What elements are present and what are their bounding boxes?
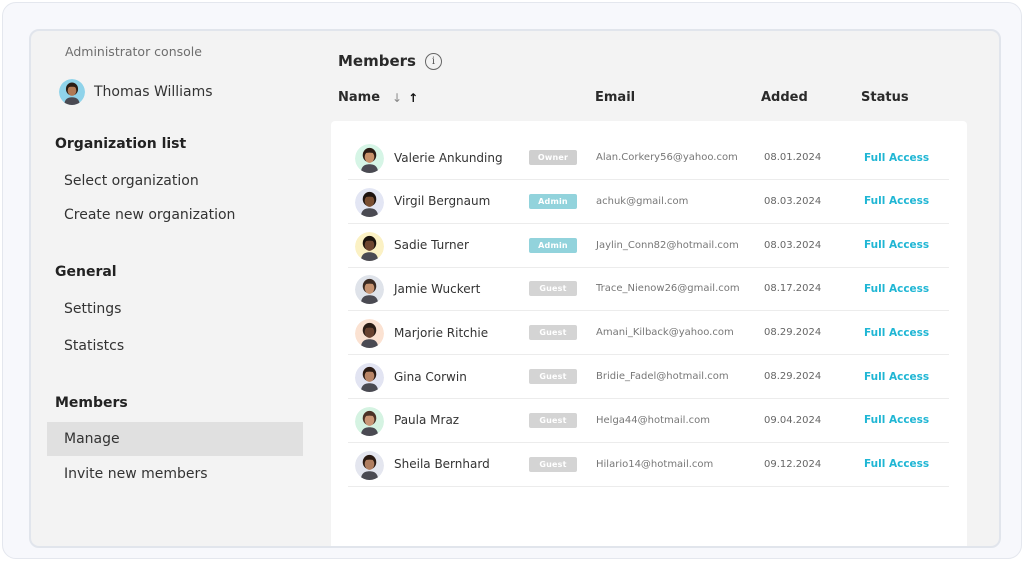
role-cell: Guest bbox=[529, 267, 577, 310]
table-row[interactable]: Virgil Bergnaum Admin achuk@gmail.com 08… bbox=[348, 180, 949, 224]
nav-item-invite-new-members[interactable]: Invite new members bbox=[47, 457, 303, 491]
status-link[interactable]: Full Access bbox=[864, 399, 929, 442]
table-row[interactable]: Sadie Turner Admin Jaylin_Conn82@hotmail… bbox=[348, 224, 949, 268]
member-added-date: 08.03.2024 bbox=[764, 239, 822, 251]
role-cell: Admin bbox=[529, 224, 577, 267]
section-title-members: Members bbox=[55, 395, 128, 411]
avatar bbox=[355, 450, 384, 480]
table-row[interactable]: Jamie Wuckert Guest Trace_Nienow26@gmail… bbox=[348, 267, 949, 312]
role-cell: Guest bbox=[529, 399, 577, 442]
nav-item-statistics[interactable]: Statistcs bbox=[47, 329, 303, 363]
member-name: Sheila Bernhard bbox=[394, 457, 490, 472]
member-name: Virgil Bergnaum bbox=[394, 194, 491, 209]
status-link[interactable]: Full Access bbox=[864, 443, 929, 486]
column-header-name[interactable]: Name ↓ ↑ bbox=[338, 90, 418, 105]
nav-item-label: Statistcs bbox=[64, 338, 125, 354]
app-frame: Administrator console Thomas Williams Or… bbox=[2, 2, 1022, 559]
role-badge: Admin bbox=[529, 237, 577, 253]
status-link[interactable]: Full Access bbox=[864, 224, 929, 267]
role-badge: Guest bbox=[529, 456, 577, 472]
role-badge: Guest bbox=[529, 281, 577, 297]
status-link[interactable]: Full Access bbox=[864, 311, 929, 354]
role-badge: Guest bbox=[529, 412, 577, 428]
table-row[interactable]: Sheila Bernhard Guest Hilario14@hotmail.… bbox=[348, 443, 949, 487]
status-link[interactable]: Full Access bbox=[864, 267, 929, 310]
member-name: Marjorie Ritchie bbox=[394, 325, 489, 340]
members-table: Valerie Ankunding Owner Alan.Corkery56@y… bbox=[331, 121, 967, 546]
avatar bbox=[355, 319, 384, 349]
admin-console: Administrator console Thomas Williams Or… bbox=[29, 29, 1001, 548]
member-added-date: 08.01.2024 bbox=[764, 152, 822, 163]
member-name: Jamie Wuckert bbox=[394, 281, 481, 296]
nav-item-label: Settings bbox=[64, 301, 122, 317]
table-row[interactable]: Gina Corwin Guest Bridie_Fadel@hotmail.c… bbox=[348, 355, 949, 399]
console-title: Administrator console bbox=[65, 44, 202, 59]
nav-item-label: Select organization bbox=[64, 173, 199, 189]
avatar bbox=[355, 275, 384, 305]
member-email: Bridie_Fadel@hotmail.com bbox=[596, 371, 729, 382]
table-row[interactable]: Marjorie Ritchie Guest Amani_Kilback@yah… bbox=[348, 311, 949, 356]
member-email: Jaylin_Conn82@hotmail.com bbox=[596, 239, 739, 251]
role-badge: Owner bbox=[529, 150, 577, 165]
nav-item-create-new-organization[interactable]: Create new organization bbox=[47, 198, 303, 232]
page-title-text: Members bbox=[338, 52, 416, 70]
section-title-organization-list: Organization list bbox=[55, 136, 187, 152]
nav-item-label: Invite new members bbox=[64, 466, 208, 482]
role-badge: Guest bbox=[529, 369, 577, 384]
role-badge: Guest bbox=[529, 325, 577, 341]
section-title-general: General bbox=[55, 264, 117, 280]
role-cell: Guest bbox=[529, 311, 577, 354]
nav-item-manage[interactable]: Manage bbox=[47, 422, 303, 456]
nav-item-settings[interactable]: Settings bbox=[47, 292, 303, 326]
member-added-date: 08.29.2024 bbox=[764, 371, 822, 382]
member-name: Sadie Turner bbox=[394, 238, 469, 253]
avatar bbox=[355, 144, 384, 173]
member-email: Hilario14@hotmail.com bbox=[596, 458, 714, 470]
column-header-status[interactable]: Status bbox=[861, 90, 909, 105]
avatar bbox=[355, 187, 384, 217]
status-link[interactable]: Full Access bbox=[864, 136, 929, 179]
role-cell: Admin bbox=[529, 180, 577, 223]
status-link[interactable]: Full Access bbox=[864, 355, 929, 398]
member-name: Paula Mraz bbox=[394, 413, 460, 428]
avatar bbox=[355, 406, 384, 436]
member-email: Trace_Nienow26@gmail.com bbox=[596, 283, 740, 295]
avatar bbox=[59, 79, 85, 105]
sort-descending-icon[interactable]: ↓ bbox=[392, 91, 402, 105]
current-user[interactable]: Thomas Williams bbox=[59, 79, 213, 105]
member-added-date: 08.29.2024 bbox=[764, 327, 822, 339]
member-added-date: 08.17.2024 bbox=[764, 283, 822, 295]
column-header-email[interactable]: Email bbox=[595, 90, 635, 105]
table-row[interactable]: Valerie Ankunding Owner Alan.Corkery56@y… bbox=[348, 136, 949, 180]
avatar bbox=[355, 231, 384, 261]
role-badge: Admin bbox=[529, 193, 577, 209]
column-header-label: Name bbox=[338, 90, 381, 105]
member-added-date: 09.04.2024 bbox=[764, 414, 822, 426]
member-email: Alan.Corkery56@yahoo.com bbox=[596, 152, 738, 163]
sort-ascending-icon[interactable]: ↑ bbox=[408, 91, 418, 105]
member-email: Helga44@hotmail.com bbox=[596, 414, 710, 426]
role-cell: Owner bbox=[529, 136, 577, 179]
sidebar: Administrator console Thomas Williams Or… bbox=[31, 31, 331, 546]
member-email: Amani_Kilback@yahoo.com bbox=[596, 327, 734, 339]
member-added-date: 08.03.2024 bbox=[764, 195, 822, 207]
nav-item-label: Manage bbox=[64, 431, 120, 447]
role-cell: Guest bbox=[529, 443, 577, 486]
nav-item-label: Create new organization bbox=[64, 207, 236, 223]
avatar bbox=[355, 363, 384, 392]
member-email: achuk@gmail.com bbox=[596, 195, 689, 207]
user-name: Thomas Williams bbox=[94, 84, 213, 100]
info-icon[interactable]: i bbox=[424, 52, 442, 70]
member-name: Gina Corwin bbox=[394, 369, 467, 384]
column-header-added[interactable]: Added bbox=[761, 90, 808, 105]
role-cell: Guest bbox=[529, 355, 577, 398]
member-name: Valerie Ankunding bbox=[394, 150, 503, 165]
nav-item-select-organization[interactable]: Select organization bbox=[47, 164, 303, 198]
table-row[interactable]: Paula Mraz Guest Helga44@hotmail.com 09.… bbox=[348, 399, 949, 443]
page-title: Members i bbox=[338, 52, 442, 70]
status-link[interactable]: Full Access bbox=[864, 180, 929, 223]
member-added-date: 09.12.2024 bbox=[764, 458, 822, 470]
